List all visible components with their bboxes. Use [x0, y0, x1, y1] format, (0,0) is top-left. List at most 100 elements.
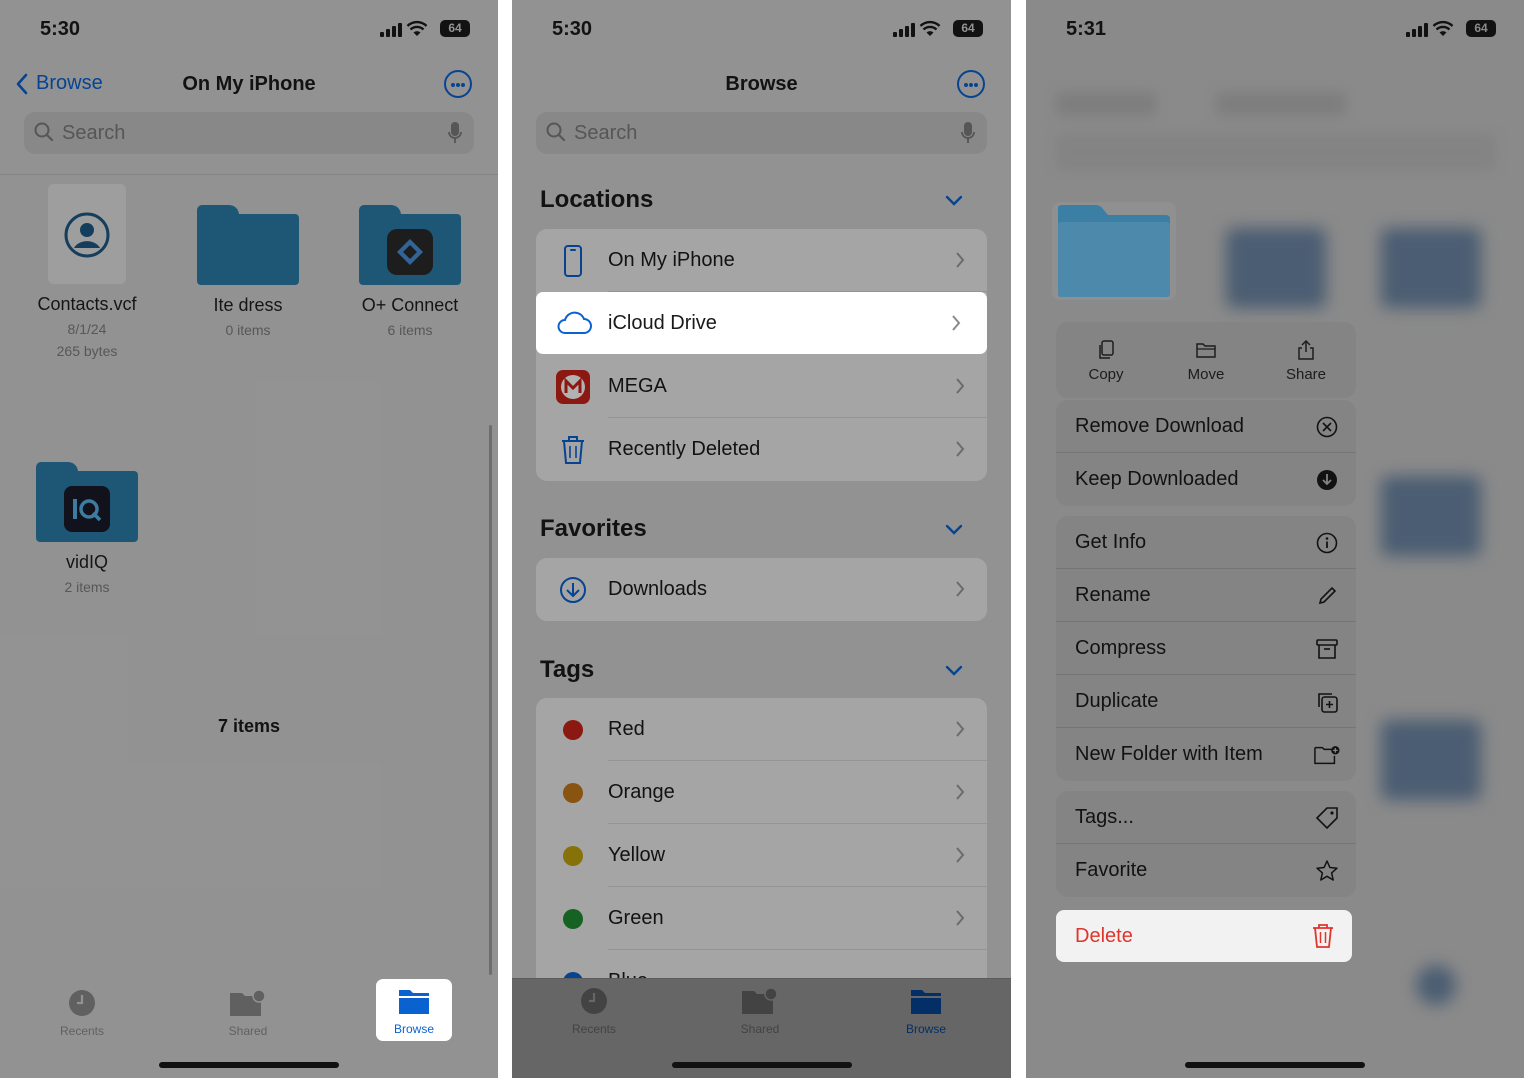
chevron-right-icon [956, 847, 965, 863]
tab-label: Recents [59, 1024, 105, 1038]
chevron-right-icon [956, 441, 965, 457]
folder-icon [197, 205, 299, 285]
folder-name: Ite dress [213, 295, 283, 315]
download-actions: Remove Download Keep Downloaded [1056, 400, 1356, 506]
row-label: Green [608, 907, 664, 929]
microphone-icon[interactable] [961, 121, 975, 145]
search-placeholder: Search [574, 122, 638, 144]
menu-label: Keep Downloaded [1075, 468, 1239, 490]
tab-shared[interactable]: Shared [720, 986, 800, 1036]
tab-label: Browse [905, 1022, 946, 1036]
x-circle-icon [1316, 416, 1338, 438]
delete-item[interactable]: Delete [1056, 910, 1352, 962]
blurred-search [1056, 134, 1496, 170]
location-recently-deleted[interactable]: Recently Deleted [536, 418, 987, 481]
menu-label: Remove Download [1075, 415, 1244, 437]
scrollbar[interactable] [489, 425, 492, 975]
panel-context-menu: 5:31 64 Copy Move Share Remove Download … [1026, 0, 1524, 1078]
search-field[interactable]: Search [24, 112, 474, 154]
menu-label: Favorite [1075, 859, 1148, 881]
chevron-right-icon [952, 315, 961, 331]
tag-red[interactable]: Red [536, 698, 987, 761]
section-heading-tags: Tags [540, 656, 595, 683]
rename-item[interactable]: Rename [1056, 569, 1356, 622]
status-time: 5:31 [1066, 18, 1107, 40]
copy-button[interactable]: Copy [1056, 322, 1156, 398]
favorite-item[interactable]: Favorite [1056, 844, 1356, 897]
folder-badge-plus-icon [1314, 746, 1340, 765]
status-time: 5:30 [40, 18, 81, 40]
tab-shared[interactable]: Shared [208, 988, 288, 1038]
folder-icon [399, 990, 429, 1014]
row-label: Recently Deleted [608, 438, 761, 460]
row-label: On My iPhone [608, 249, 735, 271]
page-title: Browse [725, 73, 798, 95]
chevron-down-icon[interactable] [945, 524, 963, 536]
wifi-icon [406, 20, 428, 36]
row-label: MEGA [608, 375, 667, 397]
chevron-down-icon[interactable] [945, 195, 963, 207]
trash-icon [562, 436, 584, 464]
share-button[interactable]: Share [1256, 322, 1356, 398]
nav-bar: Browse On My iPhone [0, 66, 498, 102]
document-icon [48, 184, 126, 284]
new-folder-with-item[interactable]: New Folder with Item [1056, 728, 1356, 781]
favorite-downloads[interactable]: Downloads [536, 558, 987, 621]
file-actions: Get Info Rename Compress Duplicate New F [1056, 516, 1356, 781]
blurred-folder [1381, 228, 1481, 308]
tab-label: Recents [571, 1022, 617, 1036]
tab-browse-highlight[interactable]: Browse [376, 979, 452, 1041]
location-on-my-iphone[interactable]: On My iPhone [536, 229, 987, 292]
move-button[interactable]: Move [1156, 322, 1256, 398]
divider [0, 174, 498, 175]
orange-dot-icon [563, 783, 583, 803]
location-mega[interactable]: MEGA [536, 355, 987, 418]
folder-item-ite-dress[interactable]: Ite dress 0 items [178, 205, 318, 338]
tag-yellow[interactable]: Yellow [536, 824, 987, 887]
tab-recents[interactable]: Recents [42, 988, 122, 1038]
panel-browse: 5:30 64 Browse Search Locations On My iP… [512, 0, 1011, 1078]
tab-browse[interactable]: Browse [886, 986, 966, 1036]
search-field[interactable]: Search [536, 112, 987, 154]
duplicate-icon [1318, 693, 1338, 713]
chevron-down-icon[interactable] [945, 665, 963, 677]
battery-icon: 64 [953, 20, 983, 37]
archive-icon [1316, 639, 1338, 659]
row-label: Downloads [608, 578, 707, 600]
duplicate-item[interactable]: Duplicate [1056, 675, 1356, 728]
red-dot-icon [563, 720, 583, 740]
keep-downloaded-item[interactable]: Keep Downloaded [1056, 453, 1356, 506]
tag-icon [1315, 807, 1338, 830]
tab-label: Shared [740, 1022, 780, 1036]
more-options-button[interactable] [444, 70, 472, 98]
menu-label: Get Info [1075, 531, 1147, 553]
folder-item-o-connect[interactable]: O+ Connect 6 items [340, 205, 480, 338]
location-icloud-drive[interactable]: iCloud Drive [536, 292, 987, 354]
file-item-contacts[interactable]: Contacts.vcf 8/1/24 265 bytes [17, 184, 157, 359]
tag-green[interactable]: Green [536, 887, 987, 950]
folder-item-vidiq[interactable]: vidIQ 2 items [17, 462, 157, 595]
blurred-tab-icon [1416, 965, 1456, 1005]
get-info-item[interactable]: Get Info [1056, 516, 1356, 569]
microphone-icon[interactable] [448, 121, 462, 145]
folder-icon [911, 990, 941, 1014]
folder-name: O+ Connect [361, 295, 459, 315]
home-indicator [1185, 1062, 1365, 1068]
items-count: 7 items [217, 716, 281, 736]
folder-icon [1196, 343, 1216, 358]
locations-list: On My iPhone MEGA Recently Deleted [536, 229, 987, 481]
tags-item[interactable]: Tags... [1056, 791, 1356, 844]
tag-orange[interactable]: Orange [536, 761, 987, 824]
download-icon [560, 577, 586, 603]
cellular-signal-icon [380, 23, 402, 37]
compress-item[interactable]: Compress [1056, 622, 1356, 675]
icloud-icon [557, 311, 592, 334]
tab-recents[interactable]: Recents [554, 986, 634, 1036]
row-label: iCloud Drive [608, 312, 717, 334]
file-size: 265 bytes [56, 343, 118, 359]
tab-label: Browse [393, 1022, 434, 1036]
remove-download-item[interactable]: Remove Download [1056, 400, 1356, 453]
folder-icon [1058, 205, 1170, 297]
quick-actions: Copy Move Share [1056, 322, 1356, 398]
more-options-button[interactable] [957, 70, 985, 98]
